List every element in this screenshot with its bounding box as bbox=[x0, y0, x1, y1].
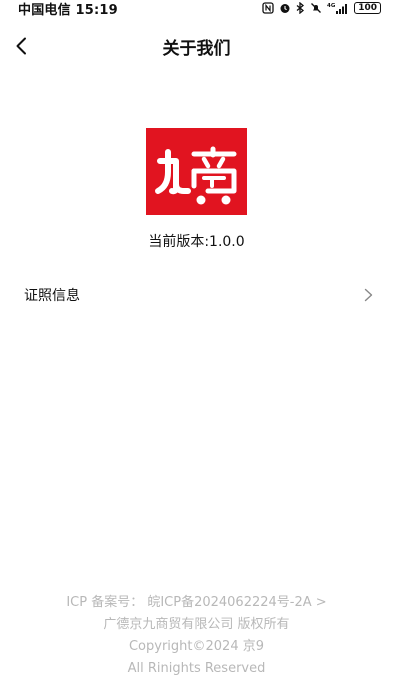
chevron-right-icon bbox=[364, 288, 373, 302]
license-info-row[interactable]: 证照信息 bbox=[0, 278, 393, 312]
battery-level: 100 bbox=[358, 2, 377, 13]
battery-icon: 100 bbox=[354, 2, 381, 14]
page-title: 关于我们 bbox=[162, 39, 231, 59]
status-bar: 中国电信 15:19 4G 100 bbox=[0, 0, 393, 18]
nav-bar: 关于我们 bbox=[0, 24, 393, 68]
app-logo bbox=[146, 128, 247, 215]
footer: ICP 备案号： 皖ICP备2024062224号-2A > 广德京九商贸有限公… bbox=[0, 592, 393, 680]
mute-icon bbox=[311, 3, 322, 13]
signal-icon: 4G bbox=[327, 3, 348, 14]
icp-record-link[interactable]: ICP 备案号： 皖ICP备2024062224号-2A > bbox=[0, 592, 393, 614]
version-text: 当前版本:1.0.0 bbox=[148, 234, 245, 250]
carrier-time: 中国电信 15:19 bbox=[18, 2, 118, 18]
copyright-year: Copyright©2024 京9 bbox=[128, 639, 264, 654]
alarm-icon bbox=[280, 4, 290, 13]
company-copyright: 广德京九商贸有限公司 版权所有 bbox=[103, 617, 290, 632]
license-info-label: 证照信息 bbox=[24, 288, 80, 304]
status-icons: 4G 100 bbox=[262, 2, 381, 14]
rights-reserved: All Rinights Reserved bbox=[127, 661, 266, 676]
nfc-icon bbox=[262, 2, 274, 14]
bluetooth-icon bbox=[296, 2, 305, 14]
logo-mark bbox=[155, 146, 237, 205]
network-type: 4G bbox=[327, 3, 336, 9]
about-us-screen: 中国电信 15:19 4G 100 关于我们 当前版本:1.0.0 证照信息 I… bbox=[0, 0, 393, 683]
